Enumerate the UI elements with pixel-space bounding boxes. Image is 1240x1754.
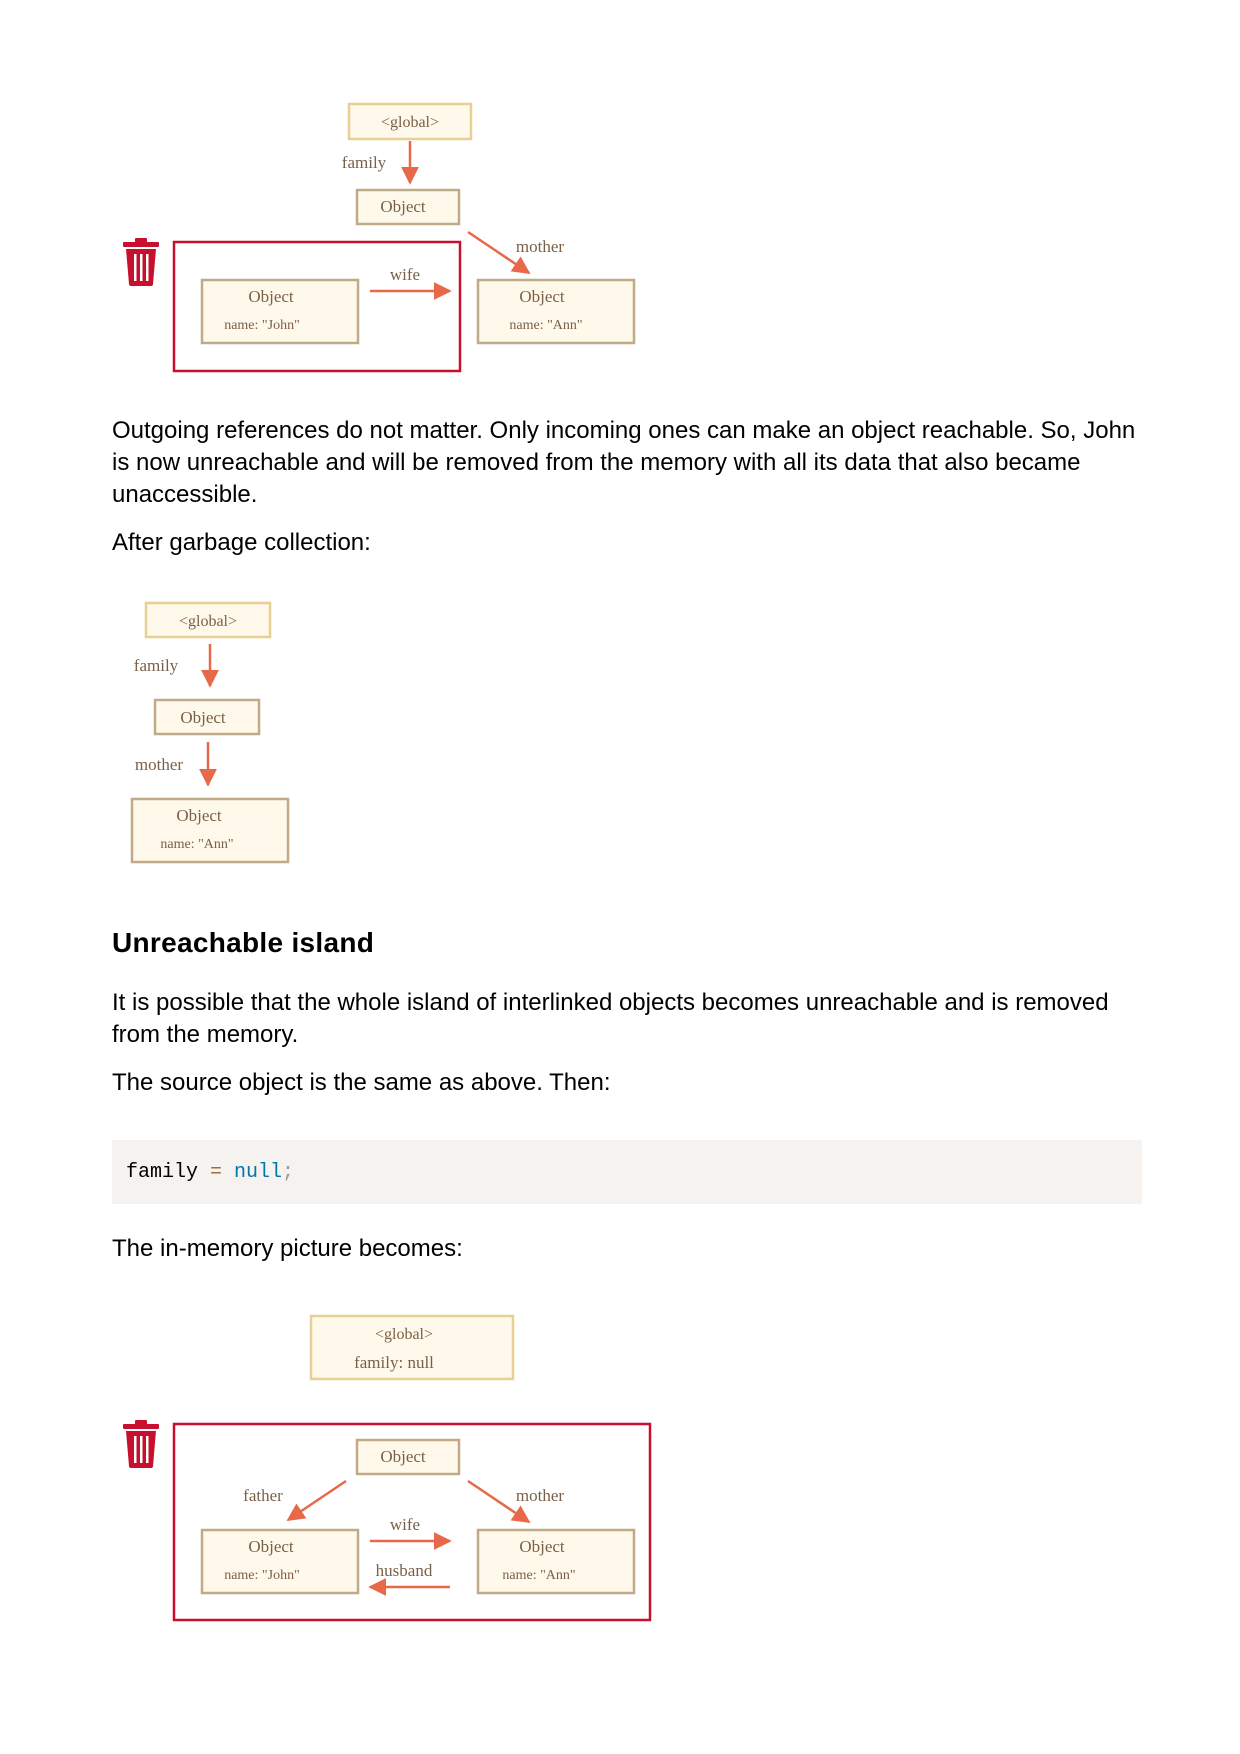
- object-label: Object: [380, 197, 426, 216]
- family-object-node: Object: [355, 1438, 461, 1476]
- john-object-node: Object name: "John": [200, 1528, 360, 1595]
- father-label: father: [243, 1486, 283, 1505]
- diagram-unreachable-island: <global> family: null Object father moth…: [123, 1314, 652, 1622]
- object-label: Object: [380, 1447, 426, 1466]
- john-title: Object: [248, 287, 294, 306]
- global-label: <global>: [375, 1326, 433, 1343]
- global-label: <global>: [179, 613, 237, 630]
- mother-label: mother: [135, 755, 183, 774]
- john-title: Object: [248, 1537, 294, 1556]
- paragraph-island: It is possible that the whole island of …: [112, 989, 1109, 1048]
- ann-object-node: Object name: "Ann": [130, 797, 290, 864]
- code-punct: ;: [282, 1160, 295, 1184]
- john-name: name: "John": [224, 1568, 300, 1583]
- ann-title: Object: [519, 287, 565, 306]
- john-object-node: Object name: "John": [200, 278, 360, 345]
- ann-title: Object: [519, 1537, 565, 1556]
- ann-object-node: Object name: "Ann": [476, 278, 636, 345]
- family-object-node: Object: [153, 698, 261, 736]
- paragraph-source-object: The source object is the same as above. …: [112, 1069, 611, 1096]
- global-node: <global> family: null: [309, 1314, 515, 1381]
- global-node: <global>: [144, 601, 272, 639]
- ann-name: name: "Ann": [160, 837, 233, 852]
- global-family-null: family: null: [354, 1353, 434, 1372]
- mother-label: mother: [516, 237, 564, 256]
- paragraph-after-gc: After garbage collection:: [112, 529, 371, 556]
- diagram-john-unreachable: <global> family Object mother Object nam…: [123, 102, 636, 373]
- ann-object-node: Object name: "Ann": [476, 1528, 636, 1595]
- diagram-after-gc: <global> family Object mother Object nam…: [130, 601, 290, 864]
- trash-icon: [123, 238, 159, 286]
- paragraph-outgoing-references: Outgoing references do not matter. Only …: [112, 417, 1136, 508]
- ann-name: name: "Ann": [502, 1568, 575, 1583]
- john-name: name: "John": [224, 318, 300, 333]
- code-keyword: null: [234, 1160, 283, 1184]
- code-var: family: [126, 1160, 199, 1184]
- wife-label: wife: [390, 265, 420, 284]
- code-operator: =: [198, 1160, 235, 1184]
- family-object-node: Object: [355, 188, 461, 226]
- object-label: Object: [180, 708, 226, 727]
- family-label: family: [342, 153, 387, 172]
- global-label: <global>: [381, 114, 439, 131]
- father-arrow: [286, 1479, 347, 1522]
- paragraph-in-memory: The in-memory picture becomes:: [112, 1235, 463, 1262]
- mother-label: mother: [516, 1486, 564, 1505]
- family-label: family: [134, 656, 179, 675]
- ann-title: Object: [176, 806, 222, 825]
- trash-icon: [123, 1420, 159, 1468]
- global-node: <global>: [347, 102, 473, 141]
- section-heading-unreachable-island: Unreachable island: [112, 927, 375, 958]
- wife-label: wife: [390, 1515, 420, 1534]
- ann-name: name: "Ann": [509, 318, 582, 333]
- code-block: family = null;: [112, 1140, 1142, 1204]
- husband-label: husband: [376, 1561, 433, 1580]
